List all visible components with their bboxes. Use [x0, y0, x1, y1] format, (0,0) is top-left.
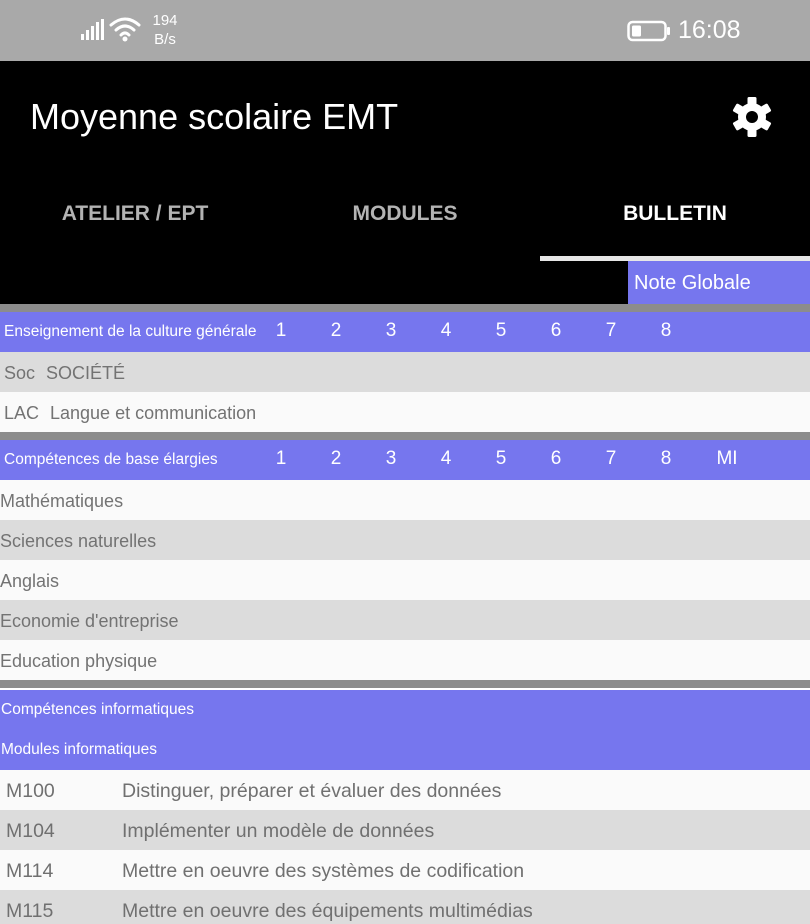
column-header: 5 — [495, 320, 507, 341]
header-strip — [0, 261, 628, 304]
subject-code: Soc — [4, 363, 36, 383]
modules-informatiques-header: Modules informatiques — [0, 730, 810, 770]
subject-name: SOCIÉTÉ — [46, 363, 126, 383]
gear-icon[interactable] — [728, 93, 776, 141]
module-row-m104[interactable]: M104 Implémenter un modèle de données — [0, 810, 810, 850]
module-name: Distinguer, préparer et évaluer des donn… — [122, 780, 502, 802]
culture-generale-title: Enseignement de la culture générale — [4, 323, 257, 340]
competences-informatiques-header: Compétences informatiques — [0, 690, 810, 730]
module-name: Mettre en oeuvre des systèmes de codific… — [122, 860, 525, 882]
status-bar: 194 B/s 16:08 — [0, 0, 810, 61]
subject-name: Langue et communication — [50, 403, 257, 423]
column-header: 6 — [550, 448, 562, 469]
column-header: 2 — [330, 320, 342, 341]
culture-generale-header: Enseignement de la culture générale 1 2 … — [0, 312, 810, 352]
table-row[interactable]: Anglais — [0, 560, 810, 600]
subject-code: LAC — [4, 403, 40, 423]
battery-icon — [627, 20, 670, 42]
module-code: M114 — [6, 860, 54, 882]
signal-icon — [81, 19, 104, 40]
app-title: Moyenne scolaire EMT — [30, 96, 399, 137]
module-code: M115 — [6, 900, 54, 922]
tab-bulletin[interactable]: BULLETIN — [540, 173, 810, 261]
module-row-m114[interactable]: M114 Mettre en oeuvre des systèmes de co… — [0, 850, 810, 890]
network-speed: 194 B/s — [146, 11, 184, 49]
tab-bar: ATELIER / EPT MODULES BULLETIN — [0, 173, 810, 261]
subject-name: Economie d'entreprise — [0, 611, 179, 631]
subject-name: Anglais — [0, 571, 60, 591]
subject-name: Sciences naturelles — [0, 531, 157, 551]
table-row-soc[interactable]: Soc SOCIÉTÉ — [0, 352, 810, 392]
module-code: M100 — [6, 780, 55, 802]
column-header: 8 — [660, 448, 672, 469]
status-time: 16:08 — [678, 16, 741, 44]
section-divider — [0, 304, 810, 312]
column-header-mi: MI — [716, 448, 738, 469]
module-row-m100[interactable]: M100 Distinguer, préparer et évaluer des… — [0, 770, 810, 810]
section-divider — [0, 432, 810, 440]
note-globale-label: Note Globale — [628, 261, 810, 304]
module-row-m115[interactable]: M115 Mettre en oeuvre des équipements mu… — [0, 890, 810, 924]
column-header: 5 — [495, 448, 507, 469]
tab-modules[interactable]: MODULES — [270, 173, 540, 261]
competences-base-title: Compétences de base élargies — [4, 451, 218, 468]
module-name: Mettre en oeuvre des équipements multimé… — [122, 900, 533, 922]
column-header: 4 — [440, 448, 452, 469]
column-header: 8 — [660, 320, 672, 341]
subject-name: Education physique — [0, 651, 158, 671]
table-row-lac[interactable]: LAC Langue et communication — [0, 392, 810, 432]
network-speed-value: 194 — [152, 12, 178, 29]
competences-base-header: Compétences de base élargies 1 2 3 4 5 6… — [0, 440, 810, 480]
module-name: Implémenter un modèle de données — [122, 820, 435, 842]
column-header: 2 — [330, 448, 342, 469]
app-bar: Moyenne scolaire EMT — [0, 61, 810, 173]
column-header: 1 — [275, 448, 287, 469]
column-header: 3 — [385, 448, 397, 469]
column-header: 1 — [275, 320, 287, 341]
column-header: 6 — [550, 320, 562, 341]
column-header: 7 — [605, 320, 617, 341]
table-row[interactable]: Mathématiques — [0, 480, 810, 520]
table-row[interactable]: Education physique — [0, 640, 810, 680]
wifi-icon — [109, 17, 141, 42]
column-header: 3 — [385, 320, 397, 341]
network-speed-unit: B/s — [154, 31, 176, 48]
subject-name: Mathématiques — [0, 491, 124, 511]
table-row[interactable]: Economie d'entreprise — [0, 600, 810, 640]
tab-atelier-ept[interactable]: ATELIER / EPT — [0, 173, 270, 261]
column-header: 7 — [605, 448, 617, 469]
section-divider — [0, 680, 810, 688]
table-row[interactable]: Sciences naturelles — [0, 520, 810, 560]
module-code: M104 — [6, 820, 55, 842]
column-header: 4 — [440, 320, 452, 341]
